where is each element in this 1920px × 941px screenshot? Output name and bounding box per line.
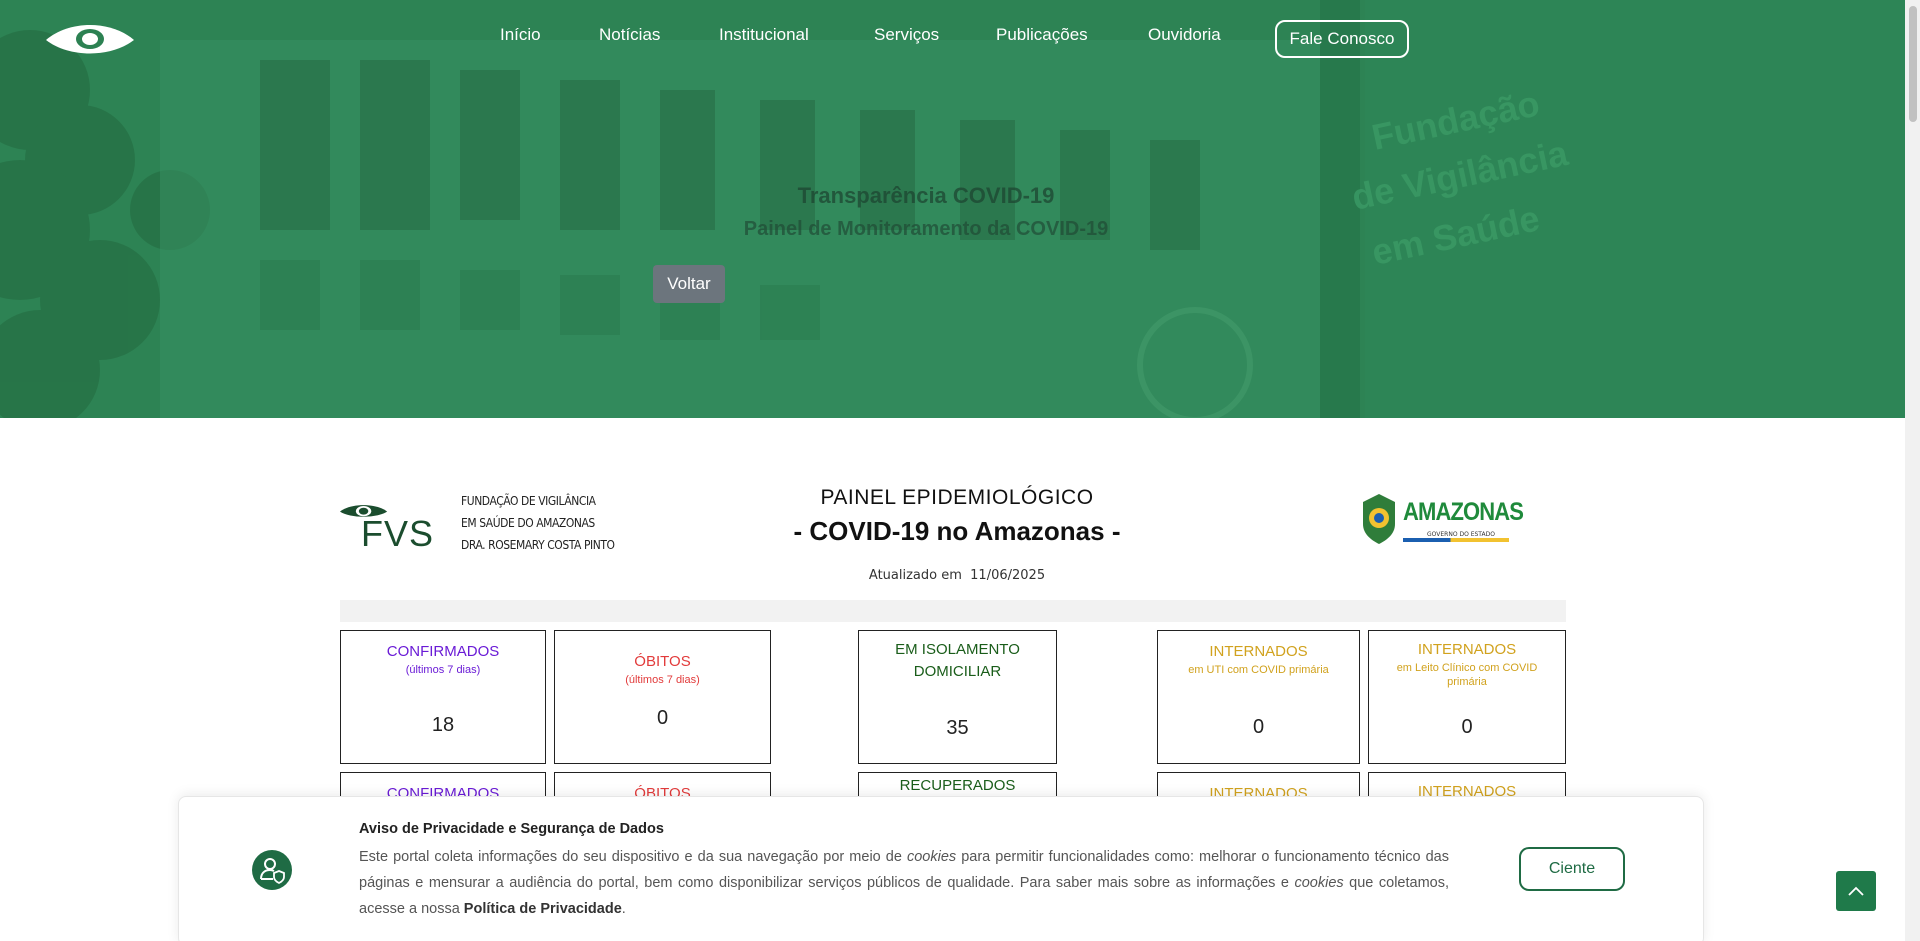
nav-inicio[interactable]: Início <box>500 25 541 45</box>
amazonas-gov-text: GOVERNO DO ESTADO <box>1427 531 1495 538</box>
fvs-line-1: FUNDAÇÃO DE VIGILÂNCIA <box>461 493 596 508</box>
card-subtitle: (últimos 7 dias) <box>625 674 700 686</box>
card-isolamento: EM ISOLAMENTO DOMICILIAR 35 <box>858 630 1057 764</box>
card-value: 0 <box>656 707 669 729</box>
updated-value: 11/06/2025 <box>970 568 1046 583</box>
fvs-abbr: FVS <box>361 513 435 554</box>
panel-title: PAINEL EPIDEMIOLÓGICO <box>820 486 1094 509</box>
fale-conosco-button[interactable]: Fale Conosco <box>1275 20 1409 58</box>
card-title: EM ISOLAMENTO DOMICILIAR <box>895 641 1020 680</box>
privacy-text: Este portal coleta informações do seu di… <box>359 844 1449 922</box>
card-value: 0 <box>1252 716 1265 738</box>
amazonas-crest-icon <box>1363 494 1395 544</box>
scrollbar-thumb[interactable] <box>1909 6 1917 122</box>
updated-date: Atualizado em 11/06/2025 <box>700 568 1214 583</box>
privacy-cookies-term: cookies <box>1294 875 1344 891</box>
panel-subtitle: - COVID-19 no Amazonas - <box>793 516 1121 546</box>
card-title: INTERNADOS <box>1417 641 1517 658</box>
chevron-up-icon <box>1848 886 1864 896</box>
nav-institucional[interactable]: Institucional <box>719 25 809 45</box>
ciente-button[interactable]: Ciente <box>1519 847 1625 891</box>
hero-banner: Fundação de Vigilância em Saúde Início N… <box>0 0 1905 418</box>
card-subtitle: em Leito Clínico com COVID primária <box>1396 662 1538 688</box>
card-title: INTERNADOS <box>1209 643 1308 660</box>
page-subtitle: Painel de Monitoramento da COVID-19 <box>743 218 1109 240</box>
updated-label: Atualizado em <box>868 568 962 583</box>
amazonas-text: AMAZONAS <box>1403 498 1524 526</box>
card-confirmados: CONFIRMADOS (últimos 7 dias) 18 <box>340 630 546 764</box>
privacy-text-end: . <box>621 901 626 917</box>
card-obitos: ÓBITOS (últimos 7 dias) 0 <box>554 630 771 764</box>
fvs-line-2: EM SAÚDE DO AMAZONAS <box>461 515 595 530</box>
card-internados-leito: INTERNADOS em Leito Clínico com COVID pr… <box>1368 630 1566 764</box>
card-subtitle: em UTI com COVID primária <box>1188 664 1329 676</box>
fvs-name: FUNDAÇÃO DE VIGILÂNCIA EM SAÚDE DO AMAZO… <box>461 490 615 556</box>
card-subtitle: (últimos 7 dias) <box>405 664 481 676</box>
nav-publicacoes[interactable]: Publicações <box>996 25 1088 45</box>
card-value: 35 <box>946 717 969 739</box>
privacy-text-part: Este portal coleta informações do seu di… <box>359 849 907 865</box>
privacy-title: Aviso de Privacidade e Segurança de Dado… <box>359 821 664 837</box>
card-value: 18 <box>431 714 455 736</box>
card-title: ÓBITOS <box>634 653 691 670</box>
nav-servicos[interactable]: Serviços <box>874 25 939 45</box>
divider-bar <box>340 600 1566 622</box>
card-value: 0 <box>1461 716 1473 738</box>
back-button[interactable]: Voltar <box>653 265 725 303</box>
fvs-line-3: DRA. ROSEMARY COSTA PINTO <box>461 537 615 552</box>
nav-ouvidoria[interactable]: Ouvidoria <box>1148 25 1221 45</box>
back-to-top-button[interactable] <box>1836 871 1876 911</box>
privacy-policy-link[interactable]: Política de Privacidade <box>464 901 622 917</box>
amazonas-flag-stripe <box>1403 538 1509 542</box>
page-title: Transparência COVID-19 <box>797 183 1055 208</box>
card-internados-uti: INTERNADOS em UTI com COVID primária 0 <box>1157 630 1360 764</box>
eye-logo-icon[interactable] <box>44 18 136 58</box>
privacy-banner: Aviso de Privacidade e Segurança de Dado… <box>178 796 1704 941</box>
hero-overlay <box>0 0 1905 418</box>
user-shield-icon <box>252 850 292 890</box>
amazonas-logo: AMAZONAS GOVERNO DO ESTADO <box>1357 490 1524 548</box>
vertical-scrollbar[interactable] <box>1905 0 1920 941</box>
nav-noticias[interactable]: Notícias <box>599 25 660 45</box>
card-title: RECUPERADOS <box>899 777 1016 794</box>
card-title: CONFIRMADOS <box>386 643 500 660</box>
privacy-cookies-term: cookies <box>906 849 957 865</box>
